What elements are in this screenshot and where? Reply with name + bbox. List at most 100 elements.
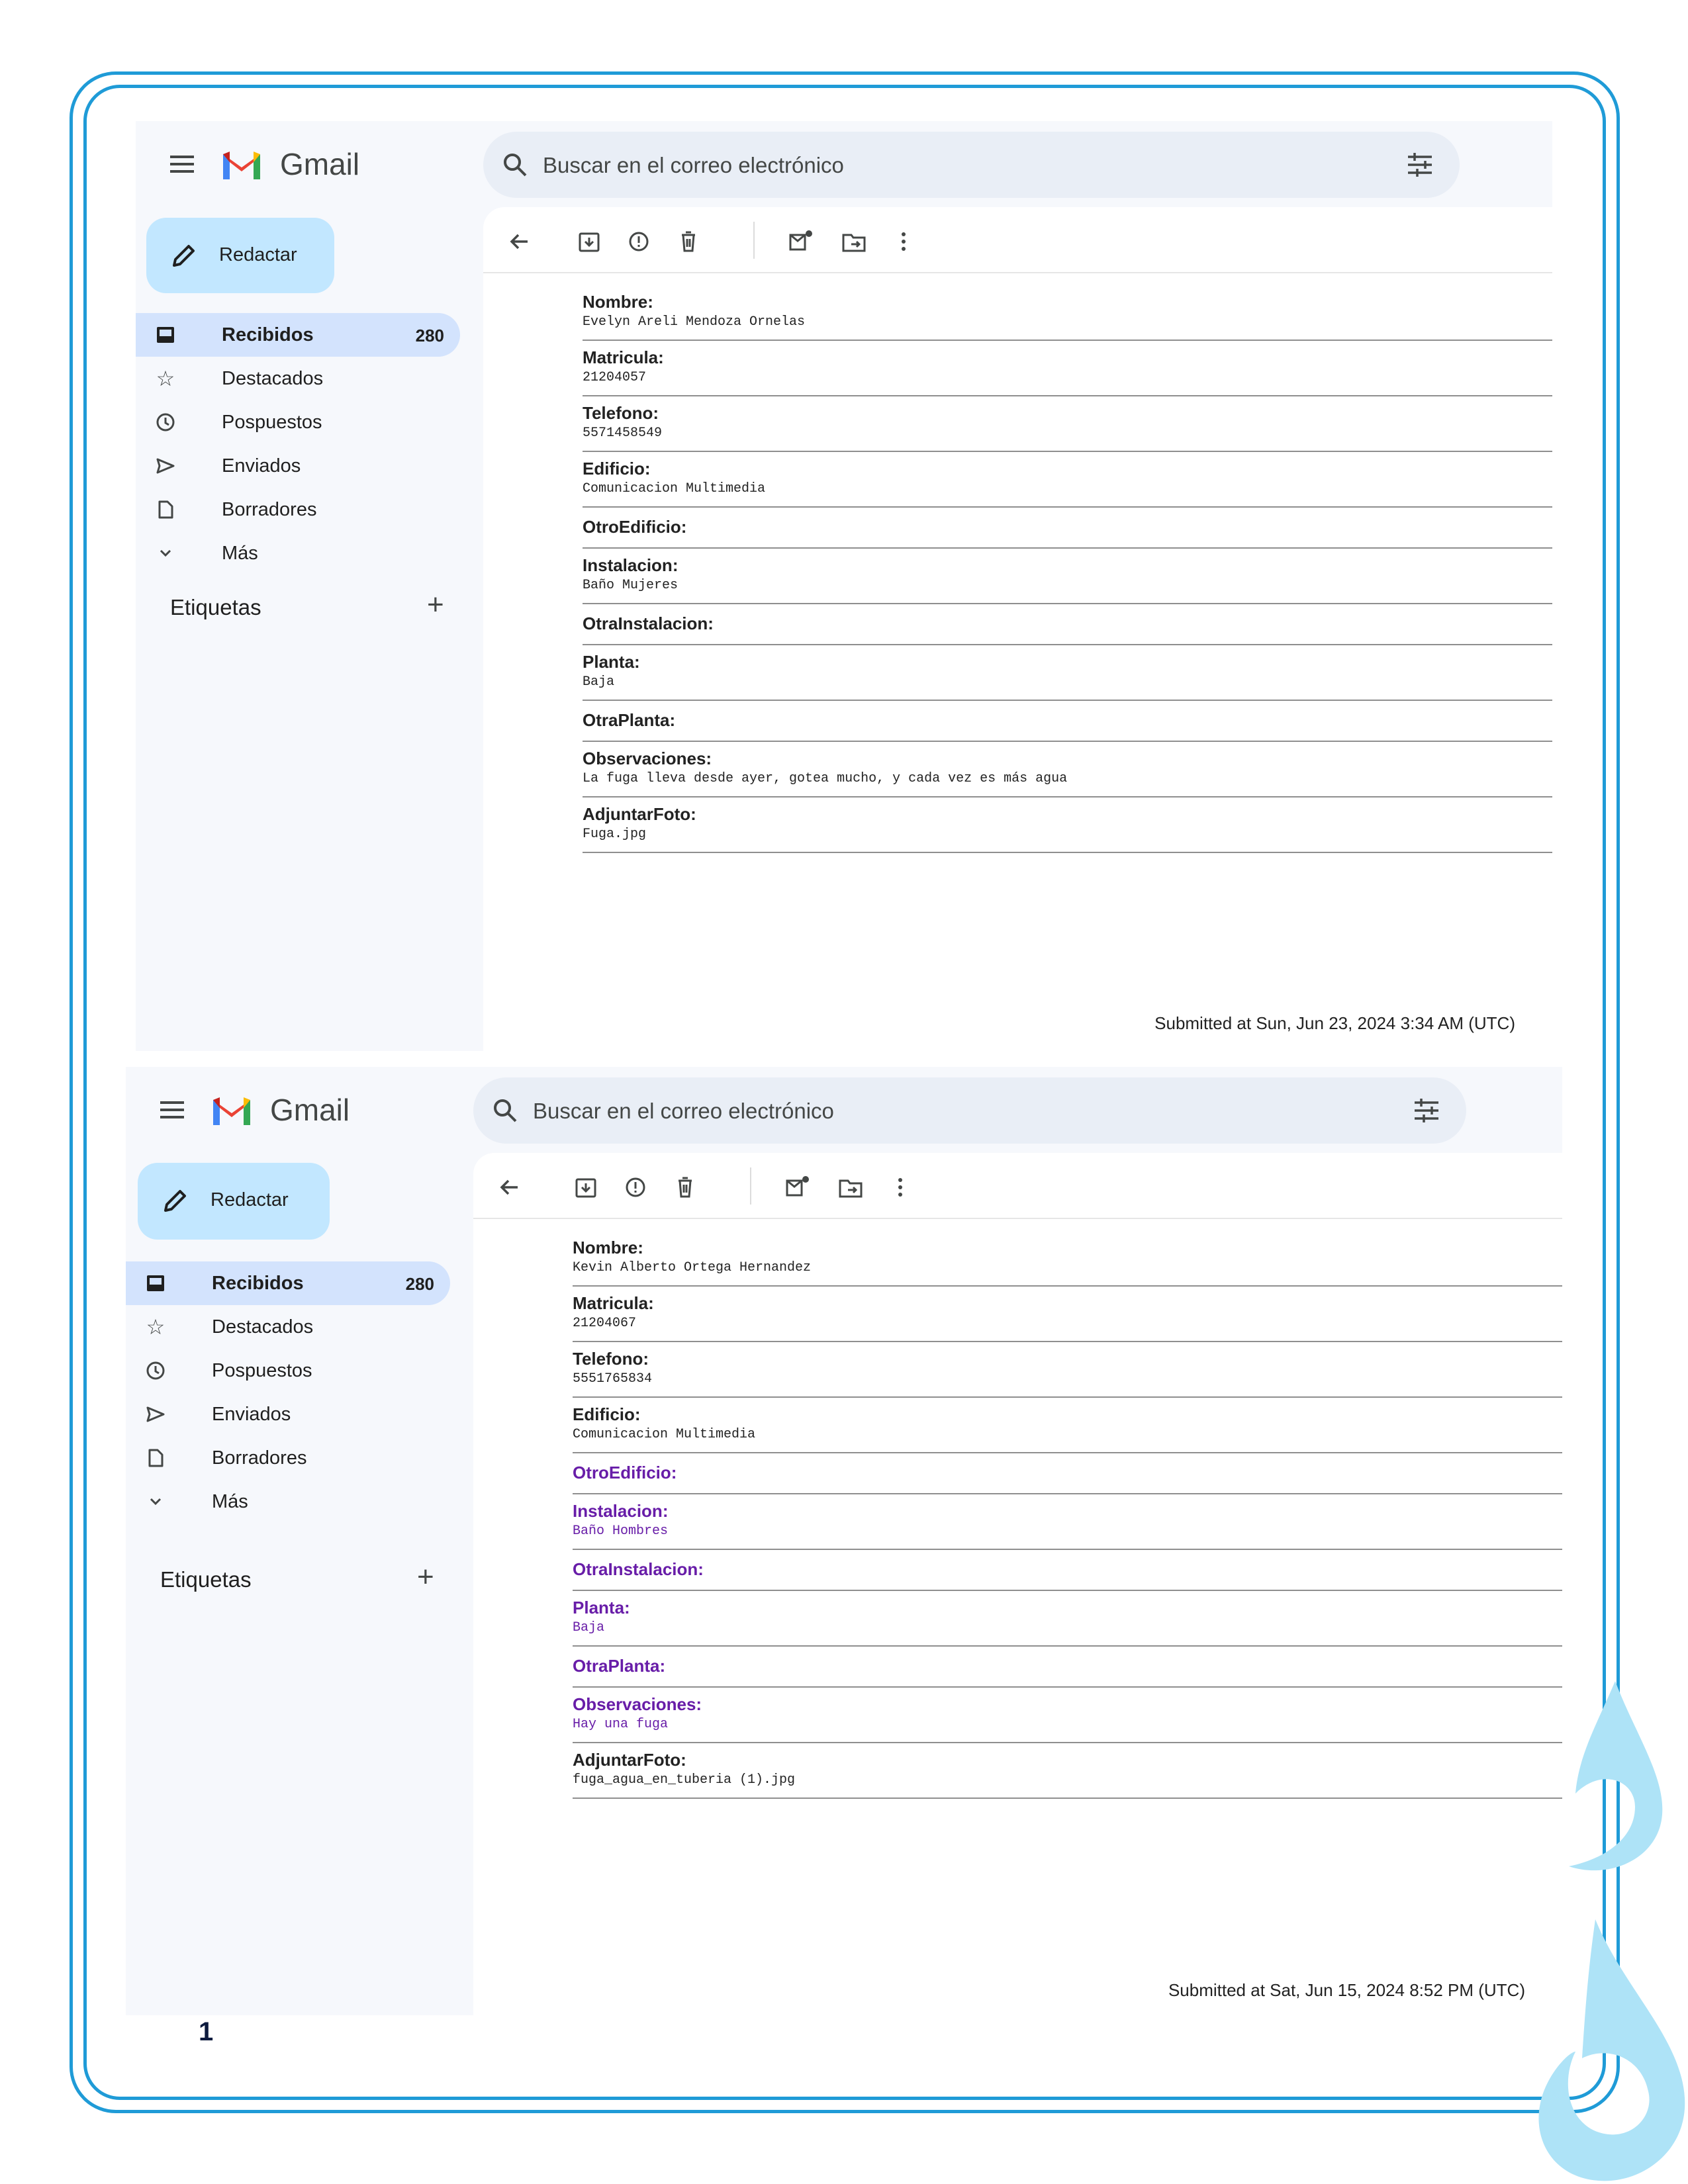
form-field-row: OtraInstalacion:	[573, 1550, 1562, 1591]
field-value: Fuga.jpg	[583, 827, 647, 842]
sidebar-item-destacados[interactable]: ☆ Destacados	[136, 357, 460, 400]
more-options-icon[interactable]	[887, 1174, 914, 1201]
field-value: Hay una fuga	[573, 1717, 669, 1732]
sidebar-item-borradores[interactable]: Borradores	[126, 1436, 450, 1480]
search-options-icon[interactable]	[1407, 153, 1433, 177]
form-field-row: Instalacion: Baño Mujeres	[583, 549, 1552, 604]
compose-label: Redactar	[219, 244, 297, 265]
submitted-timestamp: Submitted at Sun, Jun 23, 2024 3:34 AM (…	[1154, 1013, 1515, 1033]
field-value: Evelyn Areli Mendoza Ornelas	[583, 314, 806, 330]
labels-heading: Etiquetas	[160, 1567, 252, 1592]
form-field-row: Nombre: Evelyn Areli Mendoza Ornelas	[583, 285, 1552, 341]
pencil-icon	[164, 1190, 186, 1212]
sidebar-item-pospuestos[interactable]: Pospuestos	[126, 1349, 450, 1392]
more-options-icon[interactable]	[890, 228, 917, 255]
gmail-screenshot-1: Gmail Buscar en el correo electrónico Re…	[136, 121, 1552, 1051]
sidebar-item-mas[interactable]: Más	[136, 531, 460, 575]
form-field-row: AdjuntarFoto: fuga_agua_en_tuberia (1).jp…	[573, 1743, 1562, 1799]
sidebar-item-enviados[interactable]: Enviados	[126, 1392, 450, 1436]
send-icon	[146, 1404, 165, 1424]
back-arrow-icon[interactable]	[496, 1174, 523, 1201]
field-label: Edificio:	[583, 459, 651, 478]
mark-unread-icon[interactable]	[788, 228, 814, 255]
sidebar-item-recibidos[interactable]: Recibidos 280	[136, 313, 460, 357]
sidebar-item-label: Destacados	[222, 368, 324, 389]
sidebar-item-pospuestos[interactable]: Pospuestos	[136, 400, 460, 444]
move-to-icon[interactable]	[837, 1174, 864, 1201]
draft-icon	[146, 1448, 165, 1468]
search-input[interactable]: Buscar en el correo electrónico	[543, 153, 844, 178]
form-field-row: AdjuntarFoto: Fuga.jpg	[583, 797, 1552, 853]
field-label: OtroEdificio:	[573, 1463, 677, 1482]
form-fields: Nombre: Kevin Alberto Ortega Hernandez Mat…	[573, 1231, 1562, 1799]
field-value: La fuga lleva desde ayer, gotea mucho, y…	[583, 771, 1068, 786]
form-field-row: Telefono: 5571458549	[583, 396, 1552, 452]
field-value: Kevin Alberto Ortega Hernandez	[573, 1260, 812, 1275]
sidebar-nav: Recibidos 280 ☆ Destacados Pospuestos En…	[126, 1261, 450, 1524]
field-label: OtraPlanta:	[583, 710, 676, 730]
mark-unread-icon[interactable]	[784, 1174, 811, 1201]
search-input[interactable]: Buscar en el correo electrónico	[533, 1099, 834, 1124]
sidebar-item-label: Más	[222, 543, 258, 564]
search-icon[interactable]	[502, 152, 528, 178]
field-label: Nombre:	[583, 292, 653, 312]
report-spam-icon[interactable]	[622, 1174, 649, 1201]
menu-icon[interactable]	[160, 1101, 184, 1118]
field-label: Nombre:	[573, 1238, 643, 1257]
form-field-row: OtraPlanta:	[583, 701, 1552, 742]
form-field-row: OtraInstalacion:	[583, 604, 1552, 645]
sidebar-item-mas[interactable]: Más	[126, 1480, 450, 1524]
delete-icon[interactable]	[675, 228, 702, 255]
sidebar-item-label: Enviados	[222, 455, 301, 477]
sidebar-item-enviados[interactable]: Enviados	[136, 444, 460, 488]
archive-icon[interactable]	[573, 1174, 599, 1201]
report-spam-icon[interactable]	[626, 228, 652, 255]
field-value: 5551765834	[573, 1371, 653, 1387]
field-label: OtraPlanta:	[573, 1656, 666, 1676]
sidebar-item-destacados[interactable]: ☆ Destacados	[126, 1305, 450, 1349]
sidebar-item-borradores[interactable]: Borradores	[136, 488, 460, 531]
message-toolbar	[483, 207, 1552, 273]
field-value: 21204067	[573, 1316, 637, 1331]
form-field-row: Observaciones: Hay una fuga	[573, 1688, 1562, 1743]
unread-count: 280	[405, 1274, 434, 1294]
sidebar-item-recibidos[interactable]: Recibidos 280	[126, 1261, 450, 1305]
field-value: Comunicacion Multimedia	[573, 1427, 756, 1442]
search-options-icon[interactable]	[1413, 1099, 1440, 1122]
field-label: Instalacion:	[583, 555, 679, 575]
search-bar[interactable]: Buscar en el correo electrónico	[483, 132, 1460, 198]
archive-icon[interactable]	[576, 228, 602, 255]
gmail-brand: Gmail	[270, 1093, 350, 1127]
star-icon: ☆	[146, 1315, 165, 1339]
search-bar[interactable]: Buscar en el correo electrónico	[473, 1077, 1466, 1144]
add-label-icon[interactable]: +	[427, 588, 444, 621]
menu-icon[interactable]	[170, 156, 194, 173]
field-label: Observaciones:	[573, 1694, 702, 1714]
inbox-icon	[156, 325, 175, 345]
delete-icon[interactable]	[672, 1174, 698, 1201]
back-arrow-icon[interactable]	[506, 228, 533, 255]
search-icon[interactable]	[492, 1097, 518, 1124]
move-to-icon[interactable]	[841, 228, 867, 255]
compose-button[interactable]: Redactar	[146, 218, 334, 293]
water-drop-icon	[1569, 1681, 1663, 1871]
sidebar-item-label: Borradores	[222, 499, 317, 520]
sidebar-item-label: Más	[212, 1491, 248, 1512]
compose-button[interactable]: Redactar	[138, 1163, 330, 1240]
unread-count: 280	[415, 326, 444, 345]
gmail-header: Gmail Buscar en el correo electrónico	[136, 121, 1552, 207]
field-label: AdjuntarFoto:	[573, 1750, 686, 1770]
document-page: Gmail Buscar en el correo electrónico Re…	[0, 0, 1688, 2184]
field-label: Instalacion:	[573, 1501, 669, 1521]
field-label: Telefono:	[573, 1349, 649, 1369]
pencil-icon	[173, 245, 195, 267]
water-drop-icon	[1538, 1919, 1685, 2181]
field-value: Baja	[573, 1620, 605, 1635]
chevron-down-icon	[146, 1492, 165, 1512]
form-fields: Nombre: Evelyn Areli Mendoza Ornelas Matri…	[583, 285, 1552, 853]
field-value: Baja	[583, 674, 615, 690]
submitted-timestamp: Submitted at Sat, Jun 15, 2024 8:52 PM (…	[1168, 1980, 1525, 2000]
add-label-icon[interactable]: +	[417, 1561, 434, 1594]
sidebar-item-label: Destacados	[212, 1316, 314, 1338]
form-field-row: Nombre: Kevin Alberto Ortega Hernandez	[573, 1231, 1562, 1287]
